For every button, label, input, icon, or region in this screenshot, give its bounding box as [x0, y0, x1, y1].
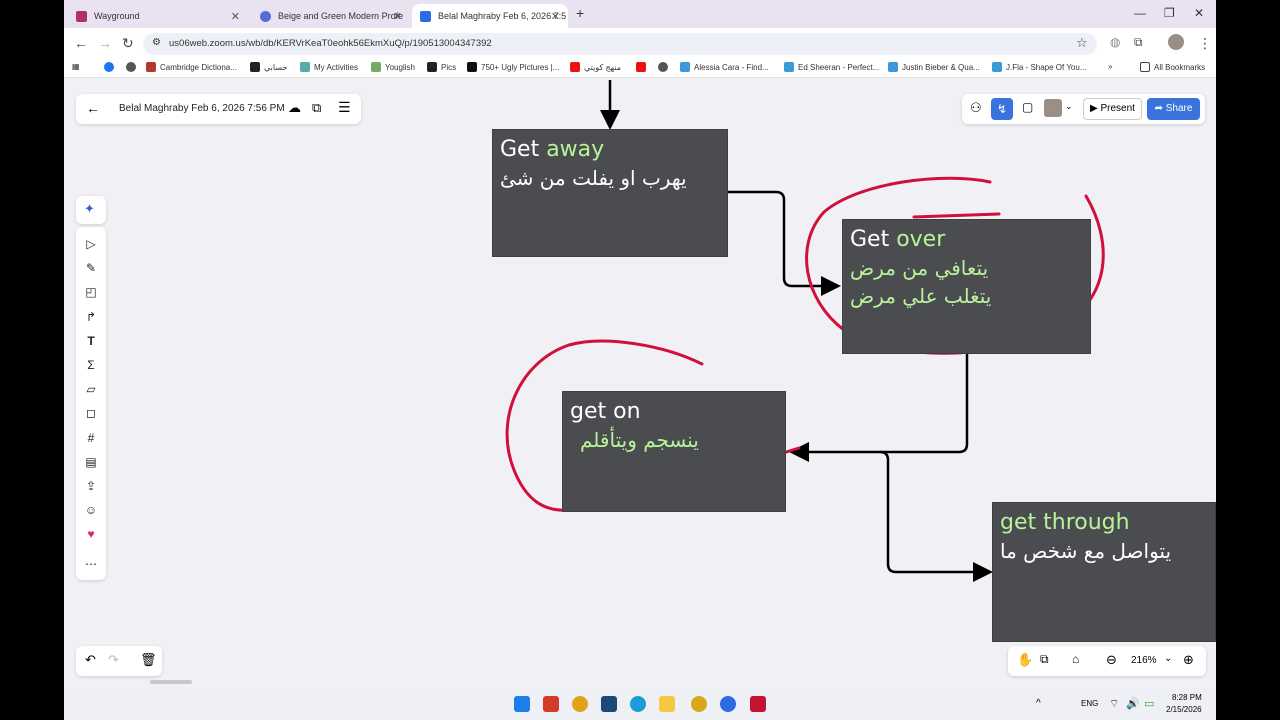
file-explorer-icon[interactable]	[659, 696, 675, 712]
history-panel: ↶ ↷ 🗑	[76, 646, 162, 676]
chevron-down-icon[interactable]: ⌄	[1065, 101, 1073, 112]
pages-icon[interactable]: ⧉	[312, 100, 321, 116]
present-button[interactable]: ▶ Present	[1083, 98, 1142, 120]
connector-arrow	[727, 190, 841, 296]
chevron-down-icon[interactable]: ⌄	[1164, 653, 1172, 664]
collaborate-icon[interactable]: ⚇	[970, 100, 982, 116]
card-get-on[interactable]: get on ينسجم ويتأقلم	[562, 391, 786, 512]
start-icon[interactable]	[514, 696, 530, 712]
tray-chevron-icon[interactable]: ^	[1036, 698, 1041, 709]
calculator-icon[interactable]	[601, 696, 617, 712]
wifi-icon[interactable]: ⌔	[1109, 697, 1119, 711]
comment-icon[interactable]: ▢	[1022, 100, 1033, 114]
connector-mode-icon[interactable]: ↯	[991, 98, 1013, 120]
fit-screen-icon[interactable]: ⧉	[1040, 652, 1049, 667]
zoom-out-icon[interactable]: ⊖	[1106, 652, 1117, 668]
tool-sidebar: ▷ ✎ ◰ ↱ T Σ ▱ ◻ # ▤ ⇪ ☺ ♥ ⋯	[76, 227, 106, 580]
connector-tool-icon[interactable]: ↱	[83, 310, 99, 326]
app-l-icon[interactable]	[543, 696, 559, 712]
language-indicator[interactable]: ENG	[1081, 699, 1098, 708]
participant-avatar[interactable]	[1044, 99, 1062, 117]
edge-icon[interactable]	[630, 696, 646, 712]
battery-icon[interactable]: ▭	[1144, 697, 1154, 710]
volume-icon[interactable]: 🔊	[1126, 697, 1140, 710]
more-tools-icon[interactable]: ⋯	[83, 557, 99, 573]
title-panel: ← Belal Maghraby Feb 6, 2026 7:56 PM ☁ ⧉…	[76, 94, 361, 124]
clock-time[interactable]: 8:28 PM	[1172, 693, 1202, 702]
minimap-icon[interactable]: ⌂	[1072, 652, 1079, 666]
frame-tool-icon[interactable]: #	[83, 431, 99, 447]
sticky-note-icon[interactable]: ▱	[83, 382, 99, 398]
template-tool-icon[interactable]: ▤	[83, 455, 99, 471]
sparkle-icon: ✦	[84, 201, 95, 216]
clock-date[interactable]: 2/15/2026	[1166, 705, 1202, 714]
shapes-tool-icon[interactable]: ◰	[83, 285, 99, 301]
zoom-panel: ✋ ⧉ ⌂ ⊖ 216% ⌄ ⊕	[1008, 646, 1206, 676]
zoom-level[interactable]: 216%	[1131, 655, 1157, 666]
formula-tool-icon[interactable]: Σ	[83, 358, 99, 374]
upload-icon[interactable]: ⇪	[83, 479, 99, 495]
zoom-in-icon[interactable]: ⊕	[1183, 652, 1194, 668]
redo-icon[interactable]: ↷	[108, 652, 119, 668]
actions-panel: ⚇ ↯ ▢ ⌄ ▶ Present ➦ Share	[962, 94, 1205, 124]
card-get-away[interactable]: Get away يهرب او يفلت من شئ	[492, 129, 728, 257]
hand-tool-icon[interactable]: ✋	[1017, 652, 1033, 668]
trash-icon[interactable]: 🗑	[140, 652, 157, 668]
chrome-active-icon[interactable]	[691, 696, 707, 712]
menu-icon[interactable]: ☰	[338, 99, 351, 116]
taskbar: ^ ENG ⌔ 🔊 ▭ 8:28 PM 2/15/2026	[64, 688, 1216, 720]
share-button[interactable]: ➦ Share	[1147, 98, 1200, 120]
connector-arrow	[879, 450, 993, 582]
zoom-app-icon[interactable]	[720, 696, 736, 712]
pen-tool-icon[interactable]: ✎	[83, 261, 99, 277]
cloud-saved-icon[interactable]: ☁	[288, 100, 301, 116]
emoji-icon[interactable]: ☺	[83, 503, 99, 519]
card-get-over[interactable]: Get over يتعافي من مرض يتغلب علي مرض	[842, 219, 1091, 354]
text-tool-icon[interactable]: T	[83, 334, 99, 350]
select-tool-icon[interactable]: ▷	[83, 237, 99, 253]
pdf-icon[interactable]	[750, 696, 766, 712]
screen: Wayground ✕ Beige and Green Modern Profe…	[64, 0, 1216, 720]
back-arrow-icon[interactable]: ←	[86, 100, 100, 116]
undo-icon[interactable]: ↶	[85, 652, 96, 668]
app-icon[interactable]: ♥	[83, 527, 99, 543]
chrome-icon[interactable]	[572, 696, 588, 712]
connector-arrow	[789, 353, 969, 462]
ai-assistant-button[interactable]: ✦	[76, 196, 106, 224]
comment-tool-icon[interactable]: ◻	[83, 406, 99, 422]
doc-title[interactable]: Belal Maghraby Feb 6, 2026 7:56 PM	[119, 103, 285, 114]
horizontal-scrollbar[interactable]	[150, 680, 192, 684]
card-get-through[interactable]: get through يتواصل مع شخص ما	[992, 502, 1216, 642]
